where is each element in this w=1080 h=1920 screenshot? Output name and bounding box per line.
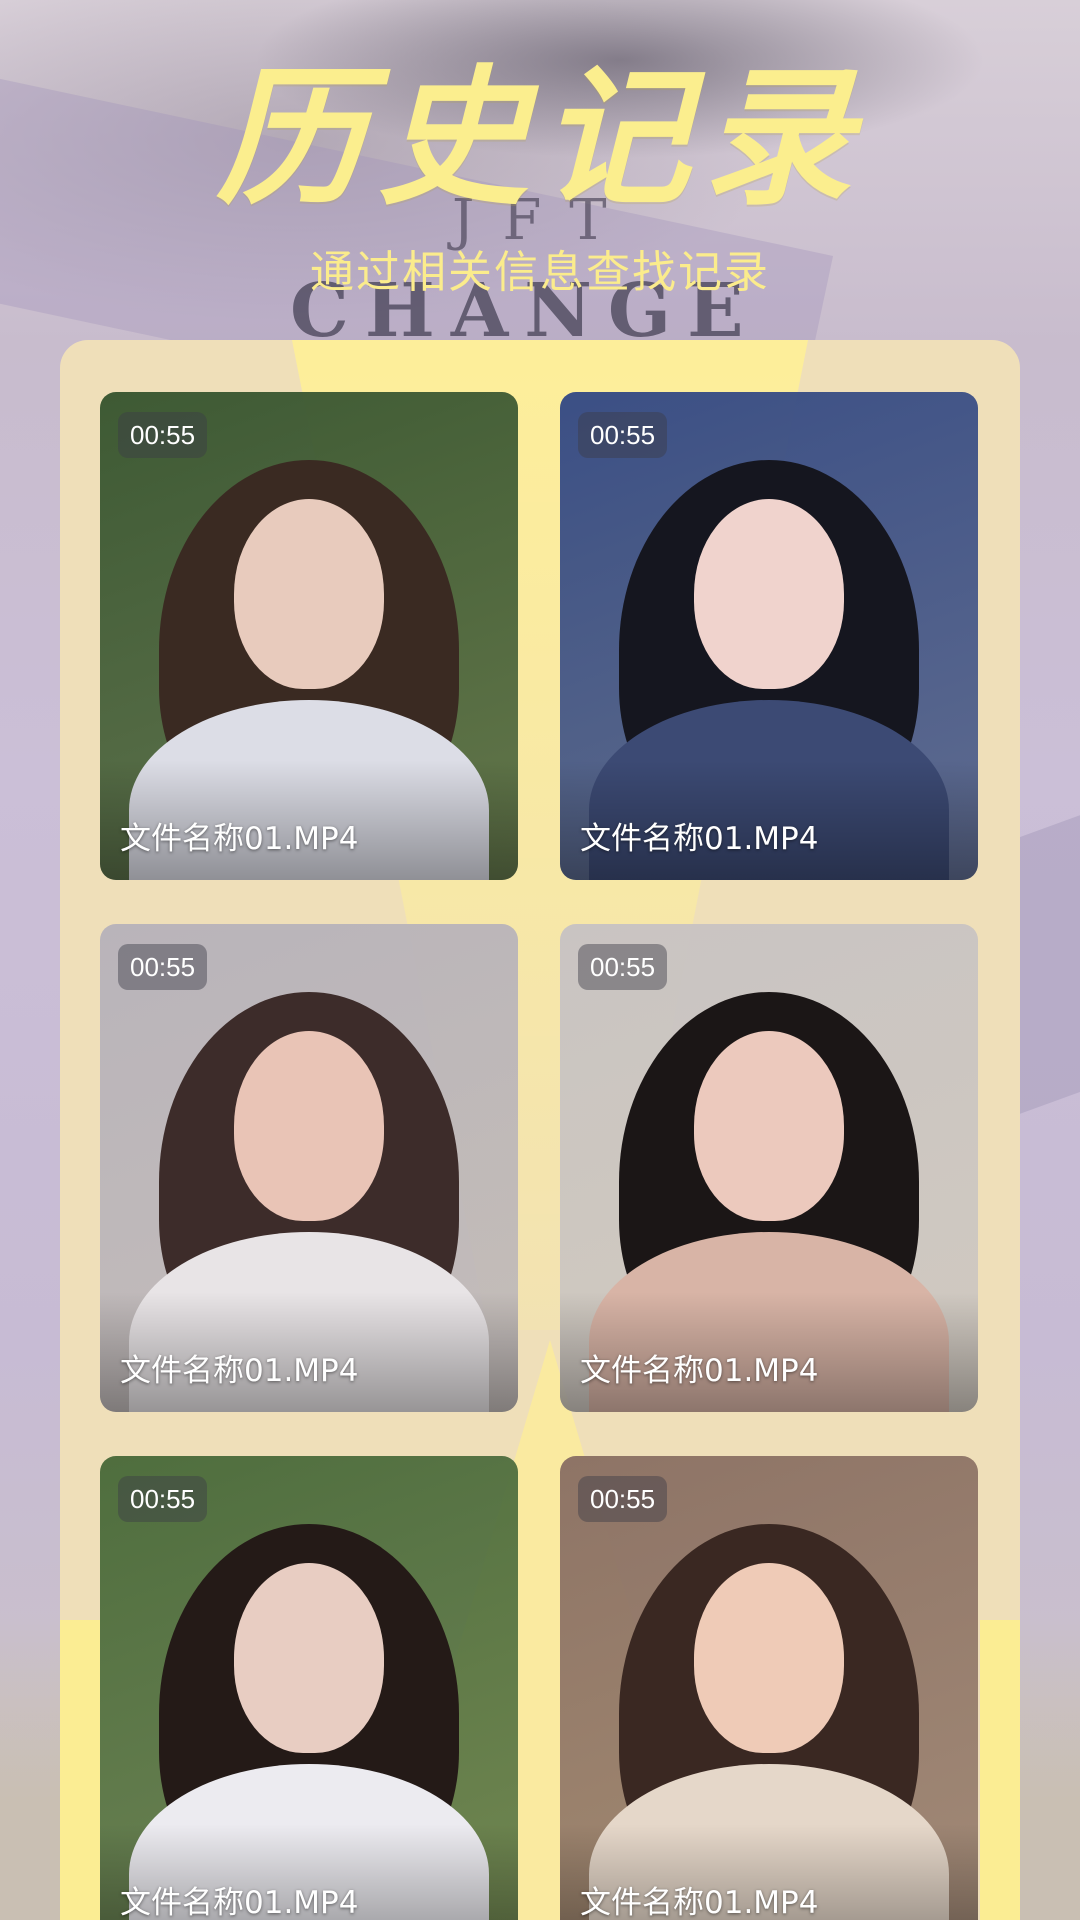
- page-subtitle: 通过相关信息查找记录: [310, 247, 770, 298]
- page-title: 历史记录: [215, 54, 864, 222]
- panel-decor: [60, 1620, 100, 1920]
- history-card[interactable]: 00:55 文件名称01.MP4: [560, 1456, 978, 1920]
- file-name: 文件名称01.MP4: [120, 1353, 359, 1389]
- duration-badge: 00:55: [578, 944, 668, 990]
- history-card[interactable]: 00:55 文件名称01.MP4: [100, 924, 518, 1412]
- duration-badge: 00:55: [578, 412, 668, 458]
- file-name: 文件名称01.MP4: [120, 821, 359, 857]
- duration-badge: 00:55: [578, 1476, 668, 1522]
- history-card[interactable]: 00:55 文件名称01.MP4: [560, 392, 978, 880]
- history-card[interactable]: 00:55 文件名称01.MP4: [560, 924, 978, 1412]
- file-name: 文件名称01.MP4: [580, 1885, 819, 1920]
- panel-decor: [980, 1620, 1020, 1920]
- duration-badge: 00:55: [118, 1476, 208, 1522]
- file-name: 文件名称01.MP4: [120, 1885, 359, 1920]
- duration-badge: 00:55: [118, 412, 208, 458]
- file-name: 文件名称01.MP4: [580, 821, 819, 857]
- history-panel: 00:55 文件名称01.MP4 00:55 文件名称01.MP4 00:55 …: [60, 340, 1020, 1920]
- history-card[interactable]: 00:55 文件名称01.MP4: [100, 392, 518, 880]
- history-grid: 00:55 文件名称01.MP4 00:55 文件名称01.MP4 00:55 …: [100, 392, 980, 1920]
- file-name: 文件名称01.MP4: [580, 1353, 819, 1389]
- duration-badge: 00:55: [118, 944, 208, 990]
- history-card[interactable]: 00:55 文件名称01.MP4: [100, 1456, 518, 1920]
